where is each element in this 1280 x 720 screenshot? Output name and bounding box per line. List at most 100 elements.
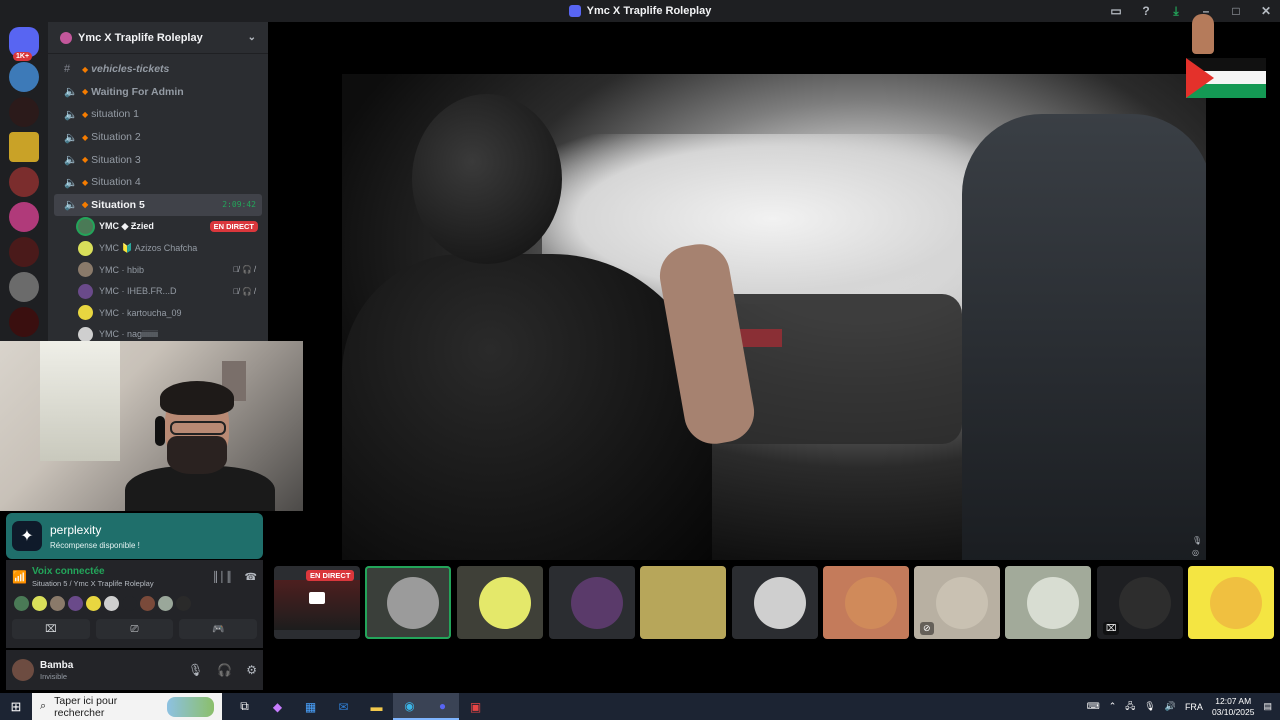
channel-situation-2[interactable]: 🔈 ◆ Situation 2 — [54, 126, 262, 149]
channel-situation-3[interactable]: 🔈 ◆ Situation 3 — [54, 148, 262, 171]
noise-suppression-icon[interactable]: ║│║ — [212, 572, 232, 583]
background-window — [40, 341, 120, 461]
channel-situation-4[interactable]: 🔈 ◆ Situation 4 — [54, 171, 262, 194]
stream-tile[interactable]: EN DIRECT — [274, 566, 360, 639]
server-icon[interactable] — [9, 167, 39, 197]
close-button[interactable]: ✕ — [1258, 4, 1274, 18]
avatar[interactable] — [86, 596, 101, 611]
server-icon[interactable] — [9, 62, 39, 92]
maximize-button[interactable]: □ — [1228, 4, 1244, 18]
participant-tile[interactable] — [1005, 566, 1091, 639]
microphone-icon[interactable]: 🎙 — [188, 663, 203, 677]
avatar[interactable] — [122, 596, 137, 611]
headphones-icon[interactable]: 🎧 — [217, 663, 232, 677]
signal-icon[interactable]: 📶 — [12, 570, 32, 584]
participant-tile[interactable] — [640, 566, 726, 639]
windows-start-icon[interactable]: ⊞ — [0, 693, 32, 720]
stream-controls[interactable]: 🎙 ◎ — [1192, 535, 1202, 559]
channel-vehicles-tickets[interactable]: # ◆ vehicles-tickets — [54, 58, 262, 81]
voice-status[interactable]: Voix connectée — [32, 566, 154, 577]
activity-button[interactable]: 🎮 — [179, 619, 258, 639]
disconnect-icon[interactable]: ☎ — [245, 572, 257, 583]
promo-banner[interactable]: ✦ perplexity Récompense disponible ! — [6, 513, 263, 559]
microphone-icon[interactable]: 🎙 — [1144, 701, 1155, 712]
store-icon[interactable]: ▦ — [294, 693, 327, 720]
task-view-icon[interactable]: ⧉ — [228, 693, 261, 720]
voice-user[interactable]: YMC · kartoucha_09 — [48, 302, 268, 324]
avatar — [1027, 577, 1079, 629]
screen-share-button[interactable]: ⎚ — [95, 619, 174, 639]
avatar[interactable] — [50, 596, 65, 611]
participant-tile[interactable]: ⌧ — [1097, 566, 1183, 639]
avatar[interactable] — [140, 596, 155, 611]
stream-video[interactable] — [342, 74, 1206, 560]
settings-gear-icon[interactable]: ⚙ — [246, 663, 257, 677]
system-tray: ⌨ ⌃ 🖧 🎙 🔊 FRA 12:07 AM 03/10/2025 ▤ — [1087, 696, 1280, 718]
server-icon[interactable] — [9, 97, 39, 127]
perplexity-logo-icon: ✦ — [12, 521, 42, 551]
volume-icon[interactable]: 🔊 — [1165, 701, 1176, 712]
camera-off-button[interactable]: ⌧ — [12, 619, 90, 639]
avatar — [845, 577, 897, 629]
language-indicator[interactable]: FRA — [1185, 702, 1203, 712]
live-badge: EN DIRECT — [209, 221, 258, 233]
direct-messages-icon[interactable]: 1K+ — [9, 27, 39, 61]
windows-taskbar: ⊞ ⌕ Taper ici pour rechercher ⧉ ◆ ▦ ✉ ▬ … — [0, 693, 1280, 720]
screen-share-icon — [309, 592, 325, 604]
server-icon[interactable] — [9, 272, 39, 302]
avatar[interactable] — [68, 596, 83, 611]
clock-date: 03/10/2025 — [1211, 706, 1255, 717]
speaker-icon: 🔈 — [64, 108, 78, 121]
participant-tile[interactable] — [549, 566, 635, 639]
app-icon[interactable]: ▣ — [459, 693, 492, 720]
server-header[interactable]: Ymc X Traplife Roleplay ⌄ — [48, 22, 268, 54]
voice-user-name: YMC · hbib — [99, 264, 145, 275]
speaker-icon: 🔈 — [64, 199, 78, 212]
voice-user[interactable]: YMC ◆ Ƶzied EN DIRECT — [48, 216, 268, 238]
avatar[interactable] — [14, 596, 29, 611]
channel-waiting-for-admin[interactable]: 🔈 ◆ Waiting For Admin — [54, 81, 262, 104]
participant-tile[interactable] — [823, 566, 909, 639]
dashboard-light — [737, 329, 782, 347]
avatar[interactable] — [176, 596, 191, 611]
server-icon[interactable] — [9, 202, 39, 232]
server-icon[interactable] — [9, 307, 39, 337]
server-icon[interactable] — [9, 132, 39, 162]
chevron-down-icon[interactable]: ⌄ — [248, 32, 256, 43]
keyboard-icon[interactable]: ⌨ — [1087, 701, 1100, 712]
help-icon[interactable]: ? — [1138, 4, 1154, 18]
discord-taskbar-icon[interactable]: ● — [426, 693, 459, 720]
inbox-icon[interactable]: ▭ — [1108, 4, 1124, 18]
live-badge: EN DIRECT — [306, 570, 355, 581]
avatar[interactable] — [12, 659, 34, 681]
participant-tile[interactable]: ⊘ — [914, 566, 1000, 639]
edge-icon[interactable]: ◉ — [393, 693, 426, 720]
participant-tile[interactable] — [457, 566, 543, 639]
avatar — [78, 305, 93, 321]
server-icon[interactable] — [9, 237, 39, 267]
channel-situation-1[interactable]: 🔈 ◆ situation 1 — [54, 103, 262, 126]
avatar[interactable] — [104, 596, 119, 611]
participant-tile[interactable] — [1188, 566, 1274, 639]
diamond-icon: ◆ — [82, 177, 89, 187]
chevron-up-icon[interactable]: ⌃ — [1109, 701, 1117, 712]
voice-location[interactable]: Situation 5 / Ymc X Traplife Roleplay — [32, 579, 154, 588]
username[interactable]: Bamba — [40, 660, 73, 671]
avatar[interactable] — [32, 596, 47, 611]
file-explorer-icon[interactable]: ▬ — [360, 693, 393, 720]
voice-user[interactable]: YMC · hbib 🎙̸🎧̸ — [48, 259, 268, 281]
participant-tiles: EN DIRECT ⊘ ⌧ — [274, 566, 1280, 640]
copilot-icon[interactable]: ◆ — [261, 693, 294, 720]
participant-tile[interactable] — [732, 566, 818, 639]
avatar[interactable] — [158, 596, 173, 611]
outlook-icon[interactable]: ✉ — [327, 693, 360, 720]
voice-user[interactable]: YMC 🔰 Azizos Chafcha — [48, 238, 268, 260]
clock[interactable]: 12:07 AM 03/10/2025 — [1212, 696, 1255, 718]
voice-user[interactable]: YMC · IHEB.FR...D 🎙̸🎧̸ — [48, 281, 268, 303]
download-icon[interactable]: ⤓ — [1168, 4, 1184, 19]
notifications-icon[interactable]: ▤ — [1263, 701, 1272, 712]
channel-situation-5[interactable]: 🔈 ◆ Situation 5 2:09:42 — [54, 193, 262, 217]
network-icon[interactable]: 🖧 — [1125, 699, 1135, 715]
taskbar-search[interactable]: ⌕ Taper ici pour rechercher — [32, 693, 222, 720]
participant-tile[interactable] — [365, 566, 451, 639]
